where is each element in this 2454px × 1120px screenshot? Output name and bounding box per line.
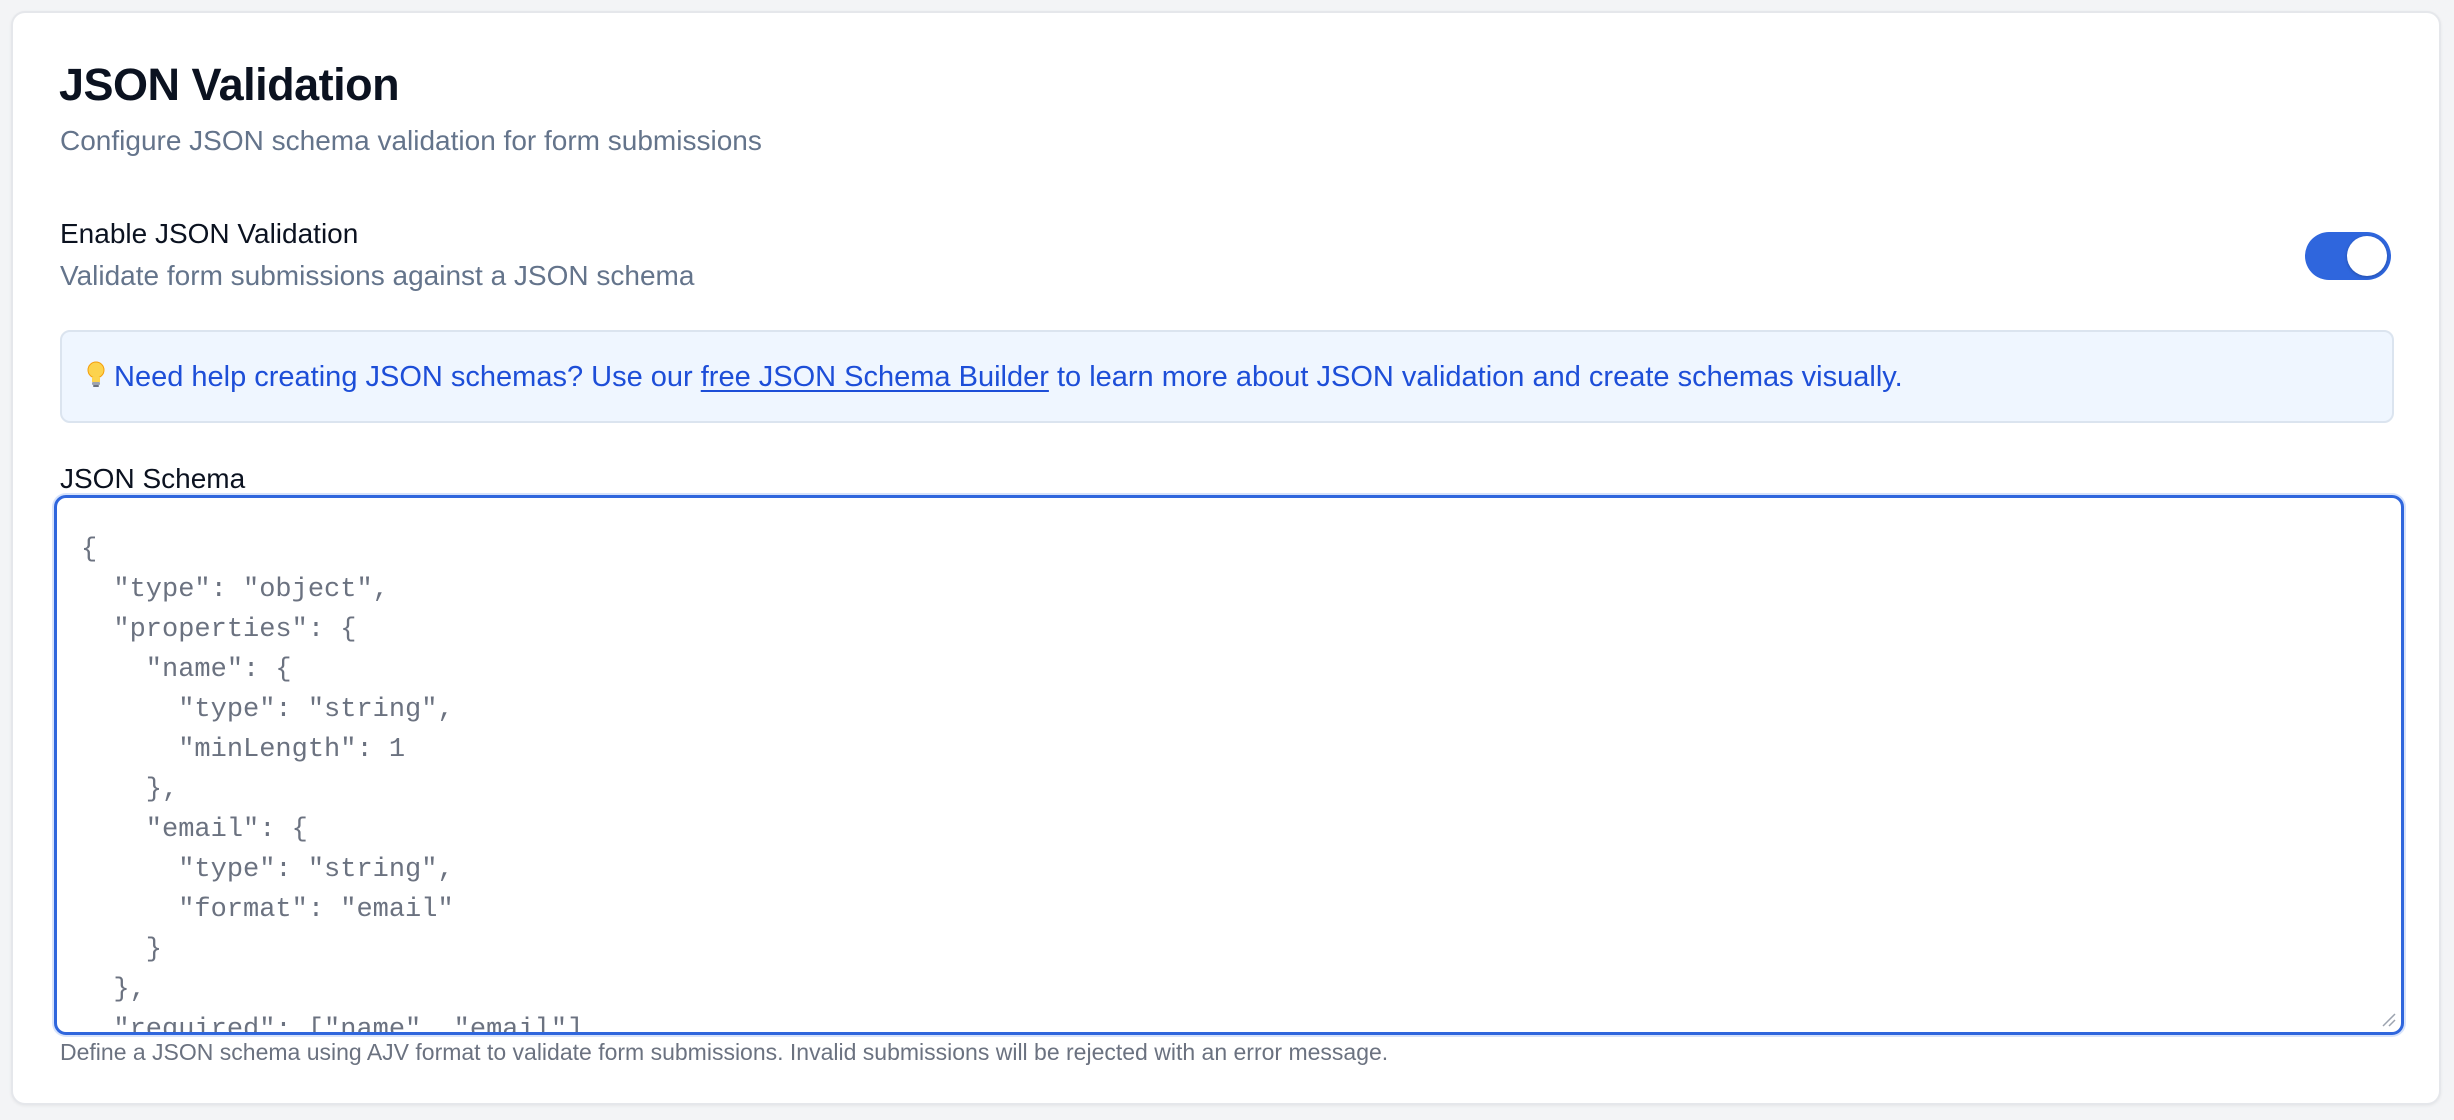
enable-validation-label: Enable JSON Validation [60,218,359,249]
schema-builder-link[interactable]: free JSON Schema Builder [701,361,1049,393]
json-schema-textarea[interactable]: { "type": "object", "properties": { "nam… [54,495,2404,1035]
json-schema-help-text: Define a JSON schema using AJV format to… [60,1039,1389,1065]
json-schema-value[interactable]: { "type": "object", "properties": { "nam… [81,530,583,1032]
toggle-knob [2347,236,2387,276]
resize-handle-icon[interactable] [2379,1010,2397,1028]
page-subtitle: Configure JSON schema validation for for… [60,125,762,156]
page-title: JSON Validation [59,59,400,110]
json-validation-card: JSON Validation Configure JSON schema va… [11,11,2441,1105]
enable-validation-toggle[interactable] [2305,232,2391,280]
lightbulb-icon [86,360,106,390]
enable-validation-description: Validate form submissions against a JSON… [60,260,695,291]
info-message: Need help creating JSON schemas? Use our… [86,360,1903,394]
schema-builder-info-box: Need help creating JSON schemas? Use our… [60,330,2394,423]
info-text-before: Need help creating JSON schemas? Use our [114,361,701,393]
info-text-after: to learn more about JSON validation and … [1048,361,1903,393]
json-schema-label: JSON Schema [60,463,246,494]
